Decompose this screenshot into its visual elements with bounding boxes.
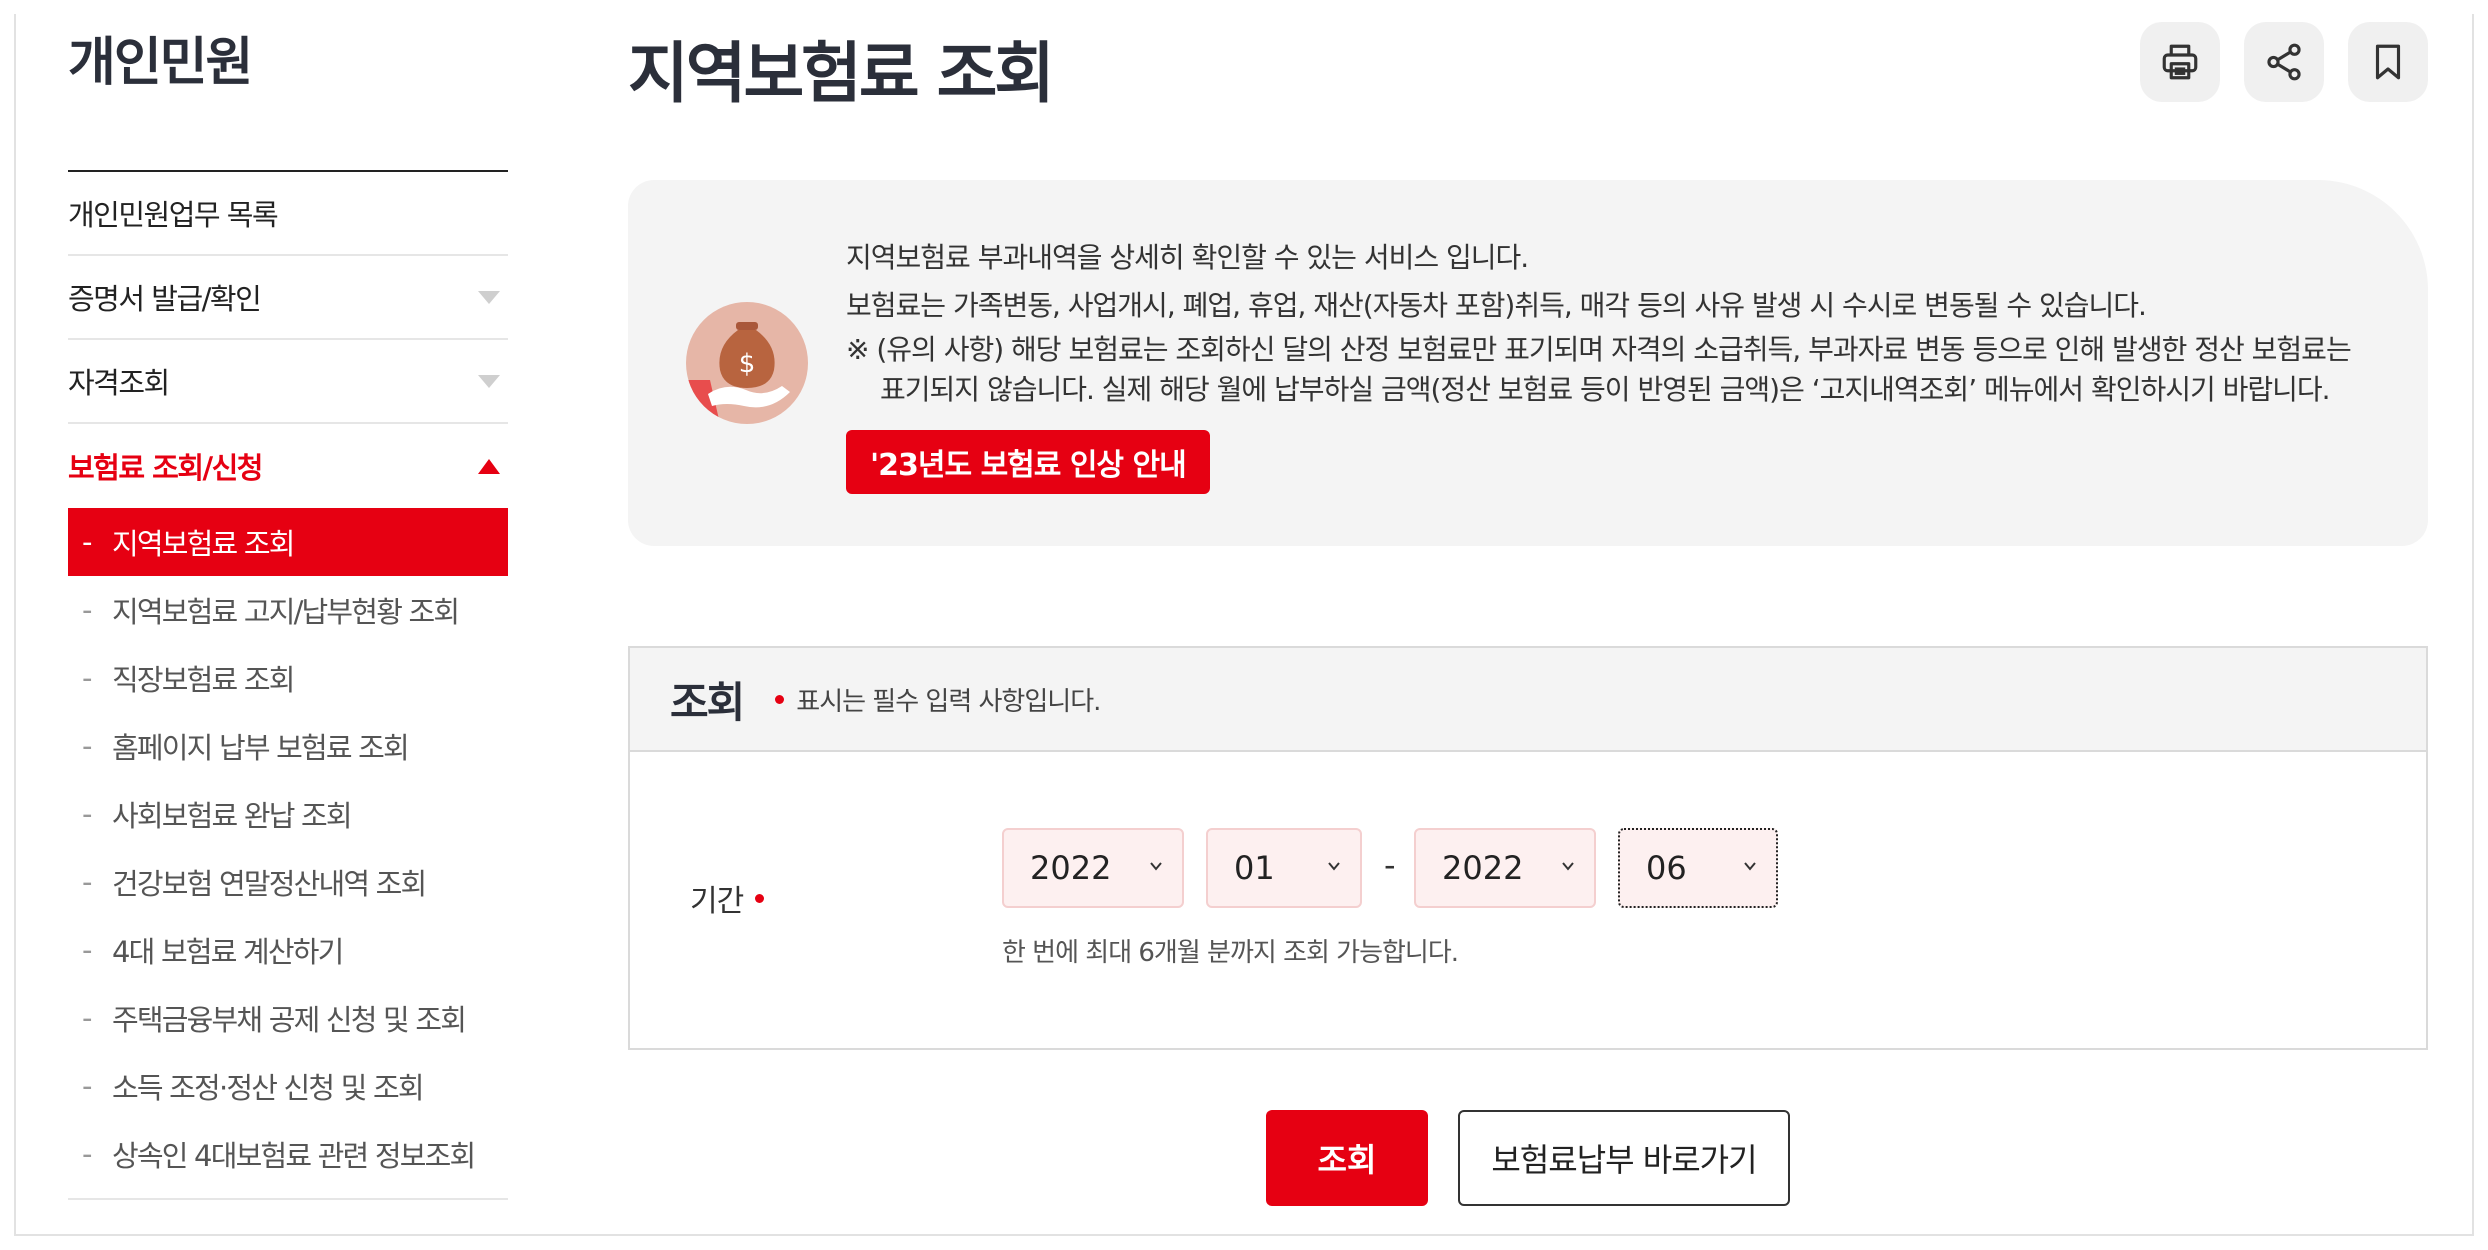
submenu-item-workplace-premium[interactable]: - 직장보험료 조회 [68, 644, 508, 712]
dash-marker: - [82, 1069, 92, 1103]
bookmark-button[interactable] [2348, 22, 2428, 102]
share-icon [2267, 43, 2301, 81]
dash-marker: - [82, 593, 92, 627]
sidebar-item-label: 자격조회 [68, 366, 170, 400]
sidebar: 개인민원 개인민원업무 목록 증명서 발급/확인 자격조회 보험료 조회/신청 … [68, 20, 508, 1200]
chevron-down-icon [478, 374, 500, 388]
dash-marker: - [82, 661, 92, 695]
dash-marker: - [82, 1137, 92, 1171]
submenu-item-year-end[interactable]: - 건강보험 연말정산내역 조회 [68, 848, 508, 916]
svg-text:$: $ [739, 349, 756, 379]
dash-marker: - [82, 729, 92, 763]
dash-marker: - [82, 797, 92, 831]
sidebar-item-eligibility[interactable]: 자격조회 [68, 340, 508, 424]
start-month-select[interactable]: 01 [1206, 828, 1362, 908]
select-value: 2022 [1030, 849, 1112, 887]
search-panel-title: 조회 [670, 677, 745, 727]
submenu-item-regional-premium[interactable]: - 지역보험료 조회 [68, 508, 508, 576]
end-month-select[interactable]: 06 [1618, 828, 1778, 908]
submenu-item-label: 상속인 4대보험료 관련 정보조회 [112, 1139, 476, 1173]
dash-marker: - [82, 525, 92, 559]
sidebar-item-label: 보험료 조회/신청 [68, 451, 263, 485]
sidebar-item-premium[interactable]: 보험료 조회/신청 [68, 424, 508, 508]
info-line: 보험료는 가족변동, 사업개시, 폐업, 휴업, 재산(자동차 포함)취득, 매… [846, 289, 2147, 322]
print-button[interactable] [2140, 22, 2220, 102]
chevron-up-icon [478, 458, 500, 474]
period-label: 기간 [690, 876, 765, 920]
required-dot-icon [775, 694, 785, 704]
submenu-item-social-paid[interactable]: - 사회보험료 완납 조회 [68, 780, 508, 848]
print-icon [2162, 44, 2198, 80]
info-line: 지역보험료 부과내역을 상세히 확인할 수 있는 서비스 입니다. [846, 241, 1529, 274]
sidebar-item-certificates[interactable]: 증명서 발급/확인 [68, 256, 508, 340]
dash-marker: - [82, 1001, 92, 1035]
select-value: 01 [1234, 849, 1275, 887]
chevron-down-icon [1562, 862, 1574, 871]
page-title: 지역보험료 조회 [628, 35, 1055, 112]
premium-increase-notice-button[interactable]: '23년도 보험료 인상 안내 [846, 430, 1210, 494]
info-box: $ 지역보험료 부과내역을 상세히 확인할 수 있는 서비스 입니다. 보험료는… [628, 180, 2428, 546]
chevron-down-icon [1744, 862, 1756, 871]
search-panel-header: 조회 표시는 필수 입력 사항입니다. [630, 648, 2426, 752]
required-note: 표시는 필수 입력 사항입니다. [796, 686, 1101, 717]
dash-marker: - [82, 933, 92, 967]
end-year-select[interactable]: 2022 [1414, 828, 1596, 908]
sidebar-item-label: 개인민원업무 목록 [68, 198, 279, 232]
submenu-item-heir-info[interactable]: - 상속인 4대보험료 관련 정보조회 [68, 1120, 508, 1188]
submenu-item-label: 4대 보험료 계산하기 [112, 935, 344, 969]
chevron-down-icon [1328, 862, 1340, 871]
chevron-down-icon [478, 290, 500, 304]
share-button[interactable] [2244, 22, 2324, 102]
search-button[interactable]: 조회 [1266, 1110, 1428, 1206]
sidebar-submenu: - 지역보험료 조회 - 지역보험료 고지/납부현황 조회 - 직장보험료 조회 -홈… [68, 508, 508, 1188]
submenu-item-label: 직장보험료 조회 [112, 663, 295, 697]
submenu-item-regional-billing[interactable]: - 지역보험료 고지/납부현황 조회 [68, 576, 508, 644]
submenu-item-calculator[interactable]: -4대 보험료 계산하기 [68, 916, 508, 984]
submenu-item-label: 주택금융부채 공제 신청 및 조회 [112, 1003, 467, 1037]
submenu-item-income-adjust[interactable]: - 소득 조정·정산 신청 및 조회 [68, 1052, 508, 1120]
start-year-select[interactable]: 2022 [1002, 828, 1184, 908]
submenu-item-label: 지역보험료 고지/납부현황 조회 [112, 595, 460, 629]
dash-marker: - [82, 865, 92, 899]
period-help-text: 한 번에 최대 6개월 분까지 조회 가능합니다. [1002, 938, 1459, 968]
select-value: 06 [1646, 849, 1687, 887]
sidebar-title: 개인민원 [68, 33, 253, 93]
submenu-item-label: 지역보험료 조회 [112, 527, 295, 561]
money-bag-icon: $ [686, 302, 808, 424]
go-to-payment-button[interactable]: 보험료납부 바로가기 [1458, 1110, 1790, 1206]
bookmark-icon [2375, 44, 2401, 80]
sidebar-item-civil-list[interactable]: 개인민원업무 목록 [68, 172, 508, 256]
required-dot-icon [755, 893, 765, 903]
info-note: ※ (유의 사항) 해당 보험료는 조회하신 달의 산정 보험료만 표기되며 자… [846, 333, 2352, 366]
info-note-continued: 표기되지 않습니다. 실제 해당 월에 납부하실 금액(정산 보험료 등이 반영… [880, 373, 2331, 406]
submenu-item-label: 홈페이지 납부 보험료 조회 [112, 731, 410, 765]
submenu-item-label: 사회보험료 완납 조회 [112, 799, 353, 833]
submenu-item-web-payment[interactable]: - 홈페이지 납부 보험료 조회 [68, 712, 508, 780]
submenu-item-housing-debt[interactable]: - 주택금융부채 공제 신청 및 조회 [68, 984, 508, 1052]
submenu-item-label: 건강보험 연말정산내역 조회 [112, 867, 427, 901]
range-separator: - [1384, 846, 1396, 884]
chevron-down-icon [1150, 862, 1162, 871]
submenu-item-label: 소득 조정·정산 신청 및 조회 [112, 1071, 425, 1105]
select-value: 2022 [1442, 849, 1524, 887]
sidebar-bottom-divider [68, 1198, 508, 1200]
search-panel: 조회 표시는 필수 입력 사항입니다. 기간 2022 01 - 2022 06… [628, 646, 2428, 1050]
sidebar-item-label: 증명서 발급/확인 [68, 282, 262, 316]
sidebar-menu: 개인민원업무 목록 증명서 발급/확인 자격조회 보험료 조회/신청 - 지역보험… [68, 172, 508, 1200]
info-text: 지역보험료 부과내역을 상세히 확인할 수 있는 서비스 입니다. 보험료는 가… [846, 234, 2352, 410]
